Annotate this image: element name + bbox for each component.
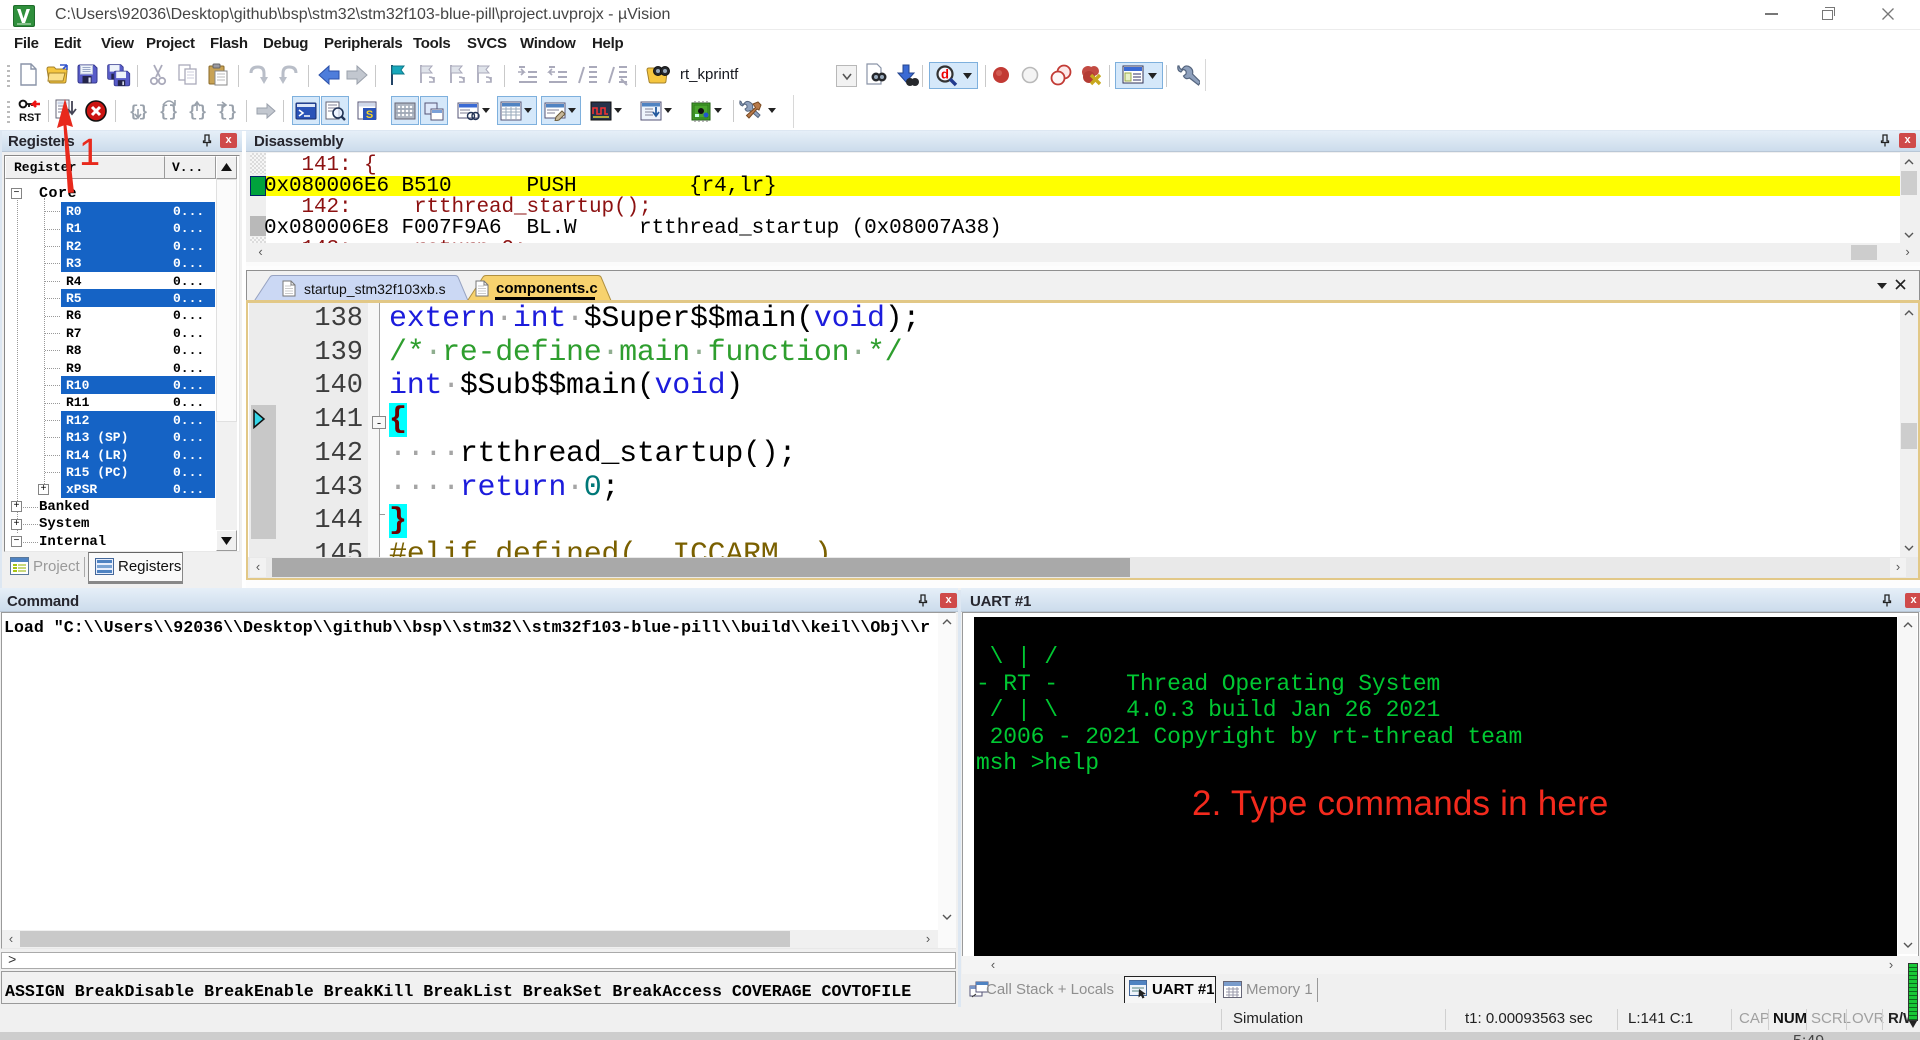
- svg-text:S: S: [366, 109, 373, 121]
- svg-text:d: d: [941, 67, 949, 82]
- svg-text:RST: RST: [19, 112, 41, 123]
